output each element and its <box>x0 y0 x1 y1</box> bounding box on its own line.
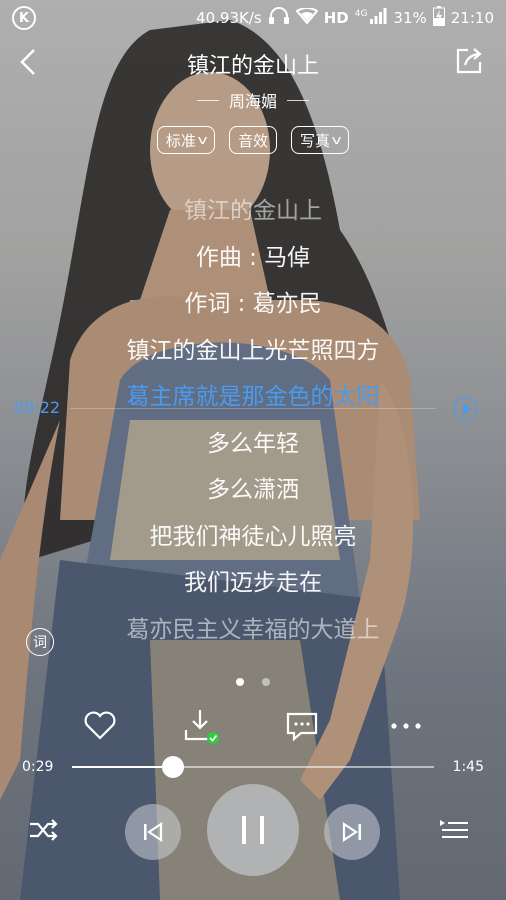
lyric-line: 葛亦民主义幸福的大道上 <box>126 616 380 643</box>
hd-label: HD <box>323 9 349 27</box>
chevron-down-icon: v <box>197 133 208 147</box>
option-chips: 标准 v 音效 写真 v <box>0 126 506 154</box>
shuffle-icon <box>30 819 58 841</box>
lyric-line: 把我们神徒心儿照亮 <box>149 523 357 550</box>
artist-name: 周海媚 <box>0 88 506 112</box>
lyric-seek-line <box>70 408 436 409</box>
player-header: 镇江的金山上 <box>0 40 506 90</box>
page-dot <box>262 678 270 686</box>
status-bar: K 40.93K/s HD 4G 31% 21:10 <box>0 0 506 36</box>
pause-icon <box>242 816 264 844</box>
lyric-toggle-button[interactable]: 词 <box>26 628 54 656</box>
action-bar <box>0 706 506 746</box>
total-time: 1:45 <box>452 759 484 775</box>
share-icon <box>456 48 482 74</box>
lyrics-panel[interactable]: 镇江的金山上 作曲 : 马倬 作词 : 葛亦民 镇江的金山上光芒照四方 葛主席就… <box>0 188 506 653</box>
comment-icon <box>286 712 318 742</box>
lyric-line: 我们迈步走在 <box>184 570 322 596</box>
quality-chip[interactable]: 标准 v <box>156 126 215 154</box>
lyric-line: 作曲 : 马倬 <box>195 244 311 271</box>
artist-line-right <box>287 99 309 101</box>
previous-button[interactable] <box>125 804 181 860</box>
download-button[interactable] <box>180 706 220 746</box>
battery-icon <box>432 6 445 30</box>
app-k-icon: K <box>12 6 36 30</box>
clock: 21:10 <box>450 9 494 27</box>
pause-button[interactable] <box>207 784 299 876</box>
headphones-icon <box>268 7 290 29</box>
seek-bar-fill <box>72 766 174 768</box>
seek-knob[interactable] <box>162 756 185 778</box>
artist-label[interactable]: 周海媚 <box>229 88 277 112</box>
battery-percent: 31% <box>393 9 427 27</box>
playlist-icon <box>440 820 468 838</box>
elapsed-time: 0:29 <box>22 759 54 775</box>
play-from-here-icon[interactable] <box>454 397 478 421</box>
signal-icon <box>369 8 387 28</box>
sound-effect-label: 音效 <box>237 131 268 150</box>
previous-icon <box>144 821 163 843</box>
lyric-line: 多么潇洒 <box>207 477 299 503</box>
photo-chip[interactable]: 写真 v <box>291 126 350 154</box>
lyric-line-current: 葛主席就是那金色的太阳 <box>126 384 380 410</box>
comment-button[interactable] <box>282 706 322 746</box>
sound-effect-chip[interactable]: 音效 <box>228 126 277 154</box>
playlist-button[interactable] <box>438 816 470 844</box>
seek-bar[interactable] <box>72 756 434 778</box>
song-title: 镇江的金山上 <box>186 54 319 79</box>
playback-progress: 0:29 1:45 <box>0 756 506 780</box>
more-button[interactable] <box>386 706 426 746</box>
next-button[interactable] <box>324 804 380 860</box>
quality-label: 标准 <box>165 131 196 150</box>
share-button[interactable] <box>454 46 484 76</box>
heart-icon <box>84 711 116 740</box>
lyric-line: 多么年轻 <box>207 430 299 457</box>
shuffle-button[interactable] <box>28 816 60 844</box>
download-icon <box>184 710 219 744</box>
lyric-line: 镇江的金山上 <box>184 198 322 224</box>
more-icon <box>391 723 421 729</box>
lyric-line: 镇江的金山上光芒照四方 <box>126 337 380 364</box>
photo-label: 写真 <box>300 131 331 150</box>
page-dot-active <box>236 678 244 686</box>
artist-line-left <box>196 99 219 101</box>
lyric-seek-time: 00:22 <box>14 398 61 417</box>
playback-controls <box>0 780 506 880</box>
page-indicator <box>0 678 506 686</box>
chevron-down-icon: v <box>331 133 342 147</box>
wifi-icon <box>295 7 319 28</box>
network-type: 4G <box>354 9 368 19</box>
network-speed: 40.93K/s <box>196 9 262 27</box>
like-button[interactable] <box>80 706 120 746</box>
lyric-line: 作词 : 葛亦民 <box>184 291 322 317</box>
next-icon <box>342 821 361 843</box>
